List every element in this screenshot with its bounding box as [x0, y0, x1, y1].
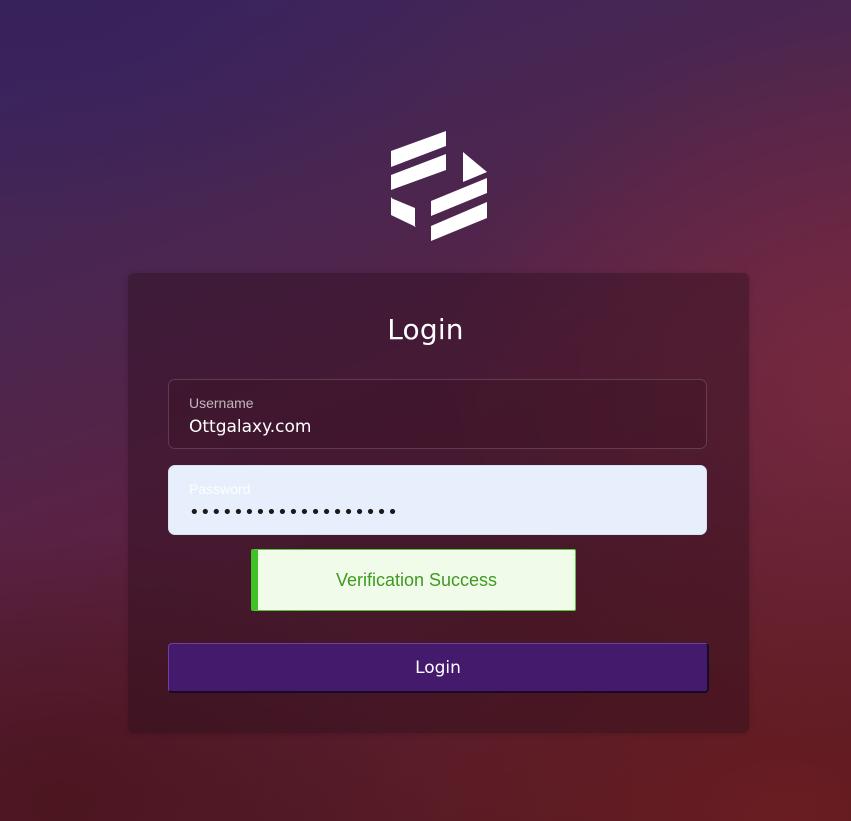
- captcha-verification-widget[interactable]: Verification Success: [251, 549, 576, 611]
- login-title: Login: [387, 313, 464, 346]
- login-button[interactable]: Login: [168, 643, 709, 693]
- login-button-label: Login: [415, 658, 461, 678]
- username-label: Username: [189, 395, 254, 411]
- brand-logo-icon: [388, 130, 490, 252]
- password-field[interactable]: Password •••••••••••••••••••: [168, 465, 707, 535]
- password-input[interactable]: •••••••••••••••••••: [189, 502, 398, 523]
- password-label: Password: [189, 481, 251, 497]
- username-field[interactable]: Username Ottgalaxy.com: [168, 379, 707, 449]
- username-input[interactable]: Ottgalaxy.com: [189, 417, 311, 437]
- verification-status-text: Verification Success: [335, 570, 498, 590]
